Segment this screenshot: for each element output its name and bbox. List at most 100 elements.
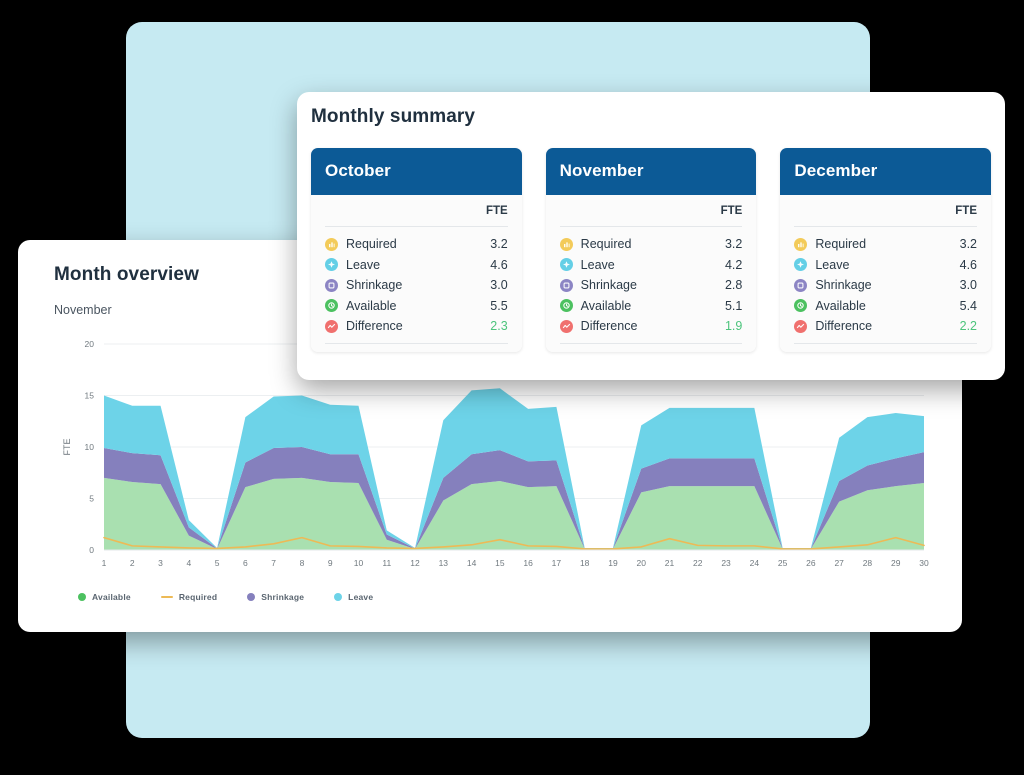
x-axis-tick: 3 (158, 558, 163, 568)
x-axis-tick: 16 (523, 558, 533, 568)
x-axis-tick: 21 (665, 558, 675, 568)
x-axis-tick: 12 (410, 558, 420, 568)
available-icon (559, 299, 573, 313)
metric-value: 5.5 (490, 298, 508, 313)
metric-row[interactable]: Available 5.4 (794, 296, 977, 317)
x-axis-tick: 18 (580, 558, 590, 568)
y-axis-tick: 15 (85, 391, 95, 401)
month-card-body: FTE Required 3.2 Leave 4.2 Shrinkage 2.8 Availa… (545, 195, 757, 352)
x-axis-tick: 20 (637, 558, 647, 568)
month-card-october: October FTE Required 3.2 Leave 4.6 Shrinkage 3.… (311, 148, 522, 352)
shrinkage-icon (794, 278, 808, 292)
metric-value: 5.4 (959, 298, 978, 313)
x-axis-tick: 10 (354, 558, 364, 568)
required-icon (794, 237, 808, 251)
metric-label: Required (815, 237, 867, 252)
metric-list: Required 3.2 Leave 4.2 Shrinkage 2.8 Available… (559, 227, 743, 343)
chart-legend: Available Required Shrinkage Leave (78, 592, 373, 602)
x-axis-tick: 23 (721, 558, 731, 568)
y-axis-label: FTE (62, 439, 72, 456)
metric-row[interactable]: Shrinkage 3.0 (325, 275, 508, 296)
metric-row[interactable]: Leave 4.6 (325, 255, 508, 276)
divider (559, 342, 743, 344)
metric-row[interactable]: Required 3.2 (794, 234, 977, 255)
fte-column-header: FTE (955, 205, 978, 217)
metric-label: Shrinkage (815, 278, 872, 293)
metric-label: Required (346, 237, 397, 252)
metric-label: Difference (346, 319, 403, 334)
legend-dot-available (78, 593, 86, 601)
x-axis-tick: 27 (834, 558, 844, 568)
metric-value: 3.2 (490, 237, 508, 252)
metric-label: Available (346, 298, 397, 313)
leave-icon (559, 258, 573, 272)
metric-list: Required 3.2 Leave 4.6 Shrinkage 3.0 Available… (794, 227, 977, 343)
legend-item-available[interactable]: Available (78, 592, 131, 602)
x-axis-tick: 8 (300, 558, 305, 568)
required-icon (559, 237, 573, 251)
metric-row[interactable]: Available 5.5 (325, 296, 508, 317)
difference-icon (559, 319, 573, 333)
x-axis-tick: 24 (750, 558, 760, 568)
metric-row[interactable]: Leave 4.2 (559, 255, 743, 276)
metric-label: Difference (580, 319, 638, 334)
x-axis-tick: 13 (439, 558, 449, 568)
metric-value: 2.2 (959, 319, 978, 334)
month-card-body: FTE Required 3.2 Leave 4.6 Shrinkage 3.0 Availa… (311, 195, 522, 352)
x-axis-tick: 26 (806, 558, 816, 568)
legend-item-leave[interactable]: Leave (334, 592, 373, 602)
required-icon (325, 237, 338, 251)
monthly-summary-title: Monthly summary (311, 106, 476, 127)
x-axis-tick: 19 (608, 558, 618, 568)
x-axis-tick: 17 (552, 558, 562, 568)
month-card-header: October (311, 148, 522, 195)
x-axis-tick: 30 (919, 558, 929, 568)
metric-label: Leave (580, 257, 615, 272)
metric-row[interactable]: Available 5.1 (559, 296, 743, 317)
metric-value: 3.2 (724, 237, 743, 252)
legend-item-required[interactable]: Required (160, 592, 217, 602)
metric-value: 2.8 (724, 278, 743, 293)
metric-value: 5.1 (724, 298, 743, 313)
metric-row[interactable]: Difference 1.9 (559, 316, 743, 337)
metric-label: Shrinkage (346, 278, 403, 293)
metric-value: 4.2 (724, 257, 743, 272)
metric-row[interactable]: Required 3.2 (559, 234, 743, 255)
legend-item-shrinkage[interactable]: Shrinkage (247, 592, 304, 602)
metric-value: 1.9 (724, 319, 743, 334)
x-axis-tick: 1 (102, 558, 107, 568)
metric-value: 4.6 (959, 257, 978, 272)
metric-label: Difference (815, 319, 873, 334)
y-axis-tick: 20 (85, 339, 95, 349)
legend-label: Shrinkage (261, 592, 305, 602)
metric-label: Available (815, 298, 866, 313)
y-axis-tick: 0 (89, 545, 94, 555)
month-overview-title: Month overview (54, 264, 199, 285)
monthly-summary-panel: Monthly summary October FTE Required 3.2 Lea… (297, 92, 1005, 380)
metric-row[interactable]: Difference 2.2 (794, 316, 977, 337)
metric-row[interactable]: Shrinkage 2.8 (559, 275, 743, 296)
metric-label: Leave (815, 257, 850, 272)
shrinkage-icon (559, 278, 573, 292)
x-axis-tick: 29 (891, 558, 901, 568)
x-axis-tick: 15 (495, 558, 505, 568)
metric-row[interactable]: Difference 2.3 (325, 316, 508, 337)
available-icon (794, 299, 808, 313)
metric-value: 3.2 (959, 237, 978, 252)
metric-row[interactable]: Shrinkage 3.0 (794, 275, 977, 296)
available-icon (325, 299, 338, 313)
shrinkage-icon (325, 278, 338, 292)
x-axis-tick: 22 (693, 558, 703, 568)
metric-label: Leave (346, 257, 381, 272)
metric-list: Required 3.2 Leave 4.6 Shrinkage 3.0 Available… (325, 227, 508, 343)
metric-row[interactable]: Required 3.2 (325, 234, 508, 255)
x-axis-tick: 9 (328, 558, 333, 568)
difference-icon (325, 319, 338, 333)
month-card-header: December (780, 148, 992, 195)
metric-value: 2.3 (490, 319, 508, 334)
legend-label: Leave (348, 592, 374, 602)
metric-row[interactable]: Leave 4.6 (794, 255, 977, 276)
screenshot-root: Month overview November 0 5 10 15 20 FTE 1 2 3 4 5… (0, 0, 1024, 775)
x-axis-tick: 5 (215, 558, 220, 568)
divider (794, 342, 978, 344)
